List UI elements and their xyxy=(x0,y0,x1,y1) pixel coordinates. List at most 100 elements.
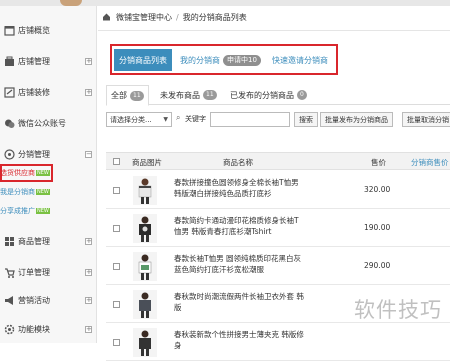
select-all-checkbox[interactable] xyxy=(113,158,120,165)
button-label: 批量发布为分销商品 xyxy=(325,115,388,124)
tab-product-list[interactable]: 分销商品列表 xyxy=(114,49,172,71)
highlight-box xyxy=(0,164,53,182)
sidebar-item-label: 分销管理 xyxy=(18,149,50,159)
sidebar-item-label: 店铺管理 xyxy=(18,56,50,66)
marketing-icon xyxy=(3,294,15,306)
product-thumbnail[interactable] xyxy=(133,214,157,243)
product-price: 290.00 xyxy=(364,261,391,270)
sidebar-item-distribution[interactable]: 分销管理 − xyxy=(0,142,97,166)
sidebar-item-overview[interactable]: 店铺概览 xyxy=(0,18,97,42)
sidebar-item-shop-manage[interactable]: 店铺管理 + xyxy=(0,49,97,73)
count-badge: 0 xyxy=(297,90,307,100)
sidebar-item-label: 微信公众账号 xyxy=(18,118,66,128)
tab-my-distributors[interactable]: 我的分销商 申请中10 xyxy=(180,49,261,71)
tab-group: 分销商品列表 我的分销商 申请中10 快速邀请分销商 xyxy=(110,44,338,75)
distribution-icon xyxy=(3,148,15,160)
subtab-all[interactable]: 全部 11 xyxy=(106,85,149,106)
tab-label: 快速邀请分销商 xyxy=(272,55,328,65)
home-icon xyxy=(102,12,111,23)
sidebar-item-wechat[interactable]: 微信公众账号 xyxy=(0,111,97,135)
product-name[interactable]: 春秋装新款个性拼接男士薄夹克 韩版修身 xyxy=(174,329,304,351)
row-checkbox[interactable] xyxy=(113,263,120,270)
table-header: 商品图片 商品名称 售价 分销商售价 xyxy=(106,152,450,170)
sidebar-subitem-promotion[interactable]: 分享成推广 NEW xyxy=(0,205,50,217)
collapse-icon[interactable]: − xyxy=(85,150,92,158)
product-thumbnail[interactable] xyxy=(133,176,157,205)
search-icon: ⌕ xyxy=(176,113,181,122)
sidebar-item-label: 店铺概览 xyxy=(18,25,50,35)
module-icon xyxy=(3,323,15,335)
sidebar-item-orders[interactable]: 订单管理 + xyxy=(0,260,97,284)
count-badge: 11 xyxy=(130,90,144,101)
product-thumbnail[interactable] xyxy=(133,290,157,319)
subtab-label: 已发布的分销商品 xyxy=(230,90,294,100)
row-checkbox[interactable] xyxy=(113,301,120,308)
keyword-input[interactable] xyxy=(210,112,290,127)
expand-icon[interactable]: + xyxy=(85,325,92,333)
bulk-cancel-button[interactable]: 批量取消分销 xyxy=(402,112,450,127)
subitem-label: 我是分销商 xyxy=(0,188,35,196)
divider xyxy=(98,30,450,31)
expand-icon[interactable]: + xyxy=(85,57,92,65)
subtab-published[interactable]: 已发布的分销商品 0 xyxy=(230,85,307,105)
subtab-label: 未发布商品 xyxy=(160,90,200,100)
product-icon xyxy=(3,235,15,247)
expand-icon[interactable]: + xyxy=(85,88,92,96)
row-checkbox[interactable] xyxy=(113,187,120,194)
store-icon xyxy=(3,24,15,36)
watermark: 软件技巧 xyxy=(354,298,442,322)
subtab-label: 全部 xyxy=(111,91,127,100)
sidebar-subitem-distributor[interactable]: 我是分销商 NEW xyxy=(0,186,50,198)
breadcrumb: 微铺宝管理中心 / 我的分销商品列表 xyxy=(103,12,247,23)
column-header-image: 商品图片 xyxy=(132,158,162,167)
sidebar-item-products[interactable]: 商品管理 + xyxy=(0,229,97,253)
sidebar-item-decoration[interactable]: 店铺装修 + xyxy=(0,80,97,104)
breadcrumb-home[interactable]: 微铺宝管理中心 xyxy=(116,13,172,22)
main-content: 微铺宝管理中心 / 我的分销商品列表 分销商品列表 我的分销商 申请中10 快速邀请分… xyxy=(98,6,450,361)
sidebar-item-modules[interactable]: 功能模块 + xyxy=(0,317,97,341)
chevron-down-icon: ▼ xyxy=(163,116,168,123)
tab-invite-distributor[interactable]: 快速邀请分销商 xyxy=(272,49,328,71)
product-name[interactable]: 春秋款时尚潮流假两件长袖卫衣外套 韩版 xyxy=(174,291,304,313)
decoration-icon xyxy=(3,86,15,98)
shop-manage-icon xyxy=(3,55,15,67)
expand-icon[interactable]: + xyxy=(85,237,92,245)
select-value: 请选择分类... xyxy=(110,115,152,124)
search-button[interactable]: 搜索 xyxy=(294,112,318,127)
subtab-unpublished[interactable]: 未发布商品 11 xyxy=(160,85,217,105)
breadcrumb-current: 我的分销商品列表 xyxy=(182,13,247,22)
product-price: 320.00 xyxy=(364,185,391,194)
sidebar-item-marketing[interactable]: 营销活动 + xyxy=(0,288,97,312)
keyword-label: 关键字 xyxy=(185,115,206,123)
tab-label: 分销商品列表 xyxy=(119,55,167,65)
column-header-name: 商品名称 xyxy=(223,158,253,167)
table-row[interactable]: 春款简约卡通动漫印花棉质修身长袖T恤男 韩版青春打底衫潮Tshirt 190.0… xyxy=(106,210,450,247)
row-checkbox[interactable] xyxy=(113,225,120,232)
bulk-publish-button[interactable]: 批量发布为分销商品 xyxy=(320,112,393,127)
button-label: 搜索 xyxy=(299,115,313,124)
sidebar-item-label: 营销活动 xyxy=(18,295,50,305)
expand-icon[interactable]: + xyxy=(85,296,92,304)
column-header-price: 售价 xyxy=(371,158,386,167)
subtab-bar: 全部 11 未发布商品 11 已发布的分销商品 0 xyxy=(106,85,450,106)
column-header-dist-price[interactable]: 分销商售价 xyxy=(411,157,449,168)
product-name[interactable]: 春款简约卡通动漫印花棉质修身长袖T恤男 韩版青春打底衫潮Tshirt xyxy=(174,215,304,237)
table-row[interactable]: 春款拼接撞色圆领修身全棉长袖T恤男 韩版潮白拼接纯色品质打底衫 320.00 xyxy=(106,172,450,209)
wechat-icon xyxy=(3,117,15,129)
product-thumbnail[interactable] xyxy=(133,252,157,281)
category-select[interactable]: 请选择分类... ▼ xyxy=(106,112,172,127)
order-icon xyxy=(3,266,15,278)
pending-badge: 申请中10 xyxy=(223,54,261,66)
new-badge: NEW xyxy=(36,189,50,195)
sidebar-item-label: 功能模块 xyxy=(18,324,50,334)
table-row[interactable]: 春款长袖T恤男 圆领纯棉质印花黑白灰蓝色简约打底汗衫宽松潮服 290.00 xyxy=(106,248,450,285)
sidebar-item-label: 店铺装修 xyxy=(18,87,50,97)
product-name[interactable]: 春款长袖T恤男 圆领纯棉质印花黑白灰蓝色简约打底汗衫宽松潮服 xyxy=(174,253,304,275)
subitem-label: 分享成推广 xyxy=(0,207,35,215)
expand-icon[interactable]: + xyxy=(85,268,92,276)
tab-label: 我的分销商 xyxy=(180,55,220,65)
button-label: 批量取消分销 xyxy=(407,115,449,124)
count-badge: 11 xyxy=(203,90,217,100)
new-badge: NEW xyxy=(36,208,50,214)
product-name[interactable]: 春款拼接撞色圆领修身全棉长袖T恤男 韩版潮白拼接纯色品质打底衫 xyxy=(174,177,304,199)
